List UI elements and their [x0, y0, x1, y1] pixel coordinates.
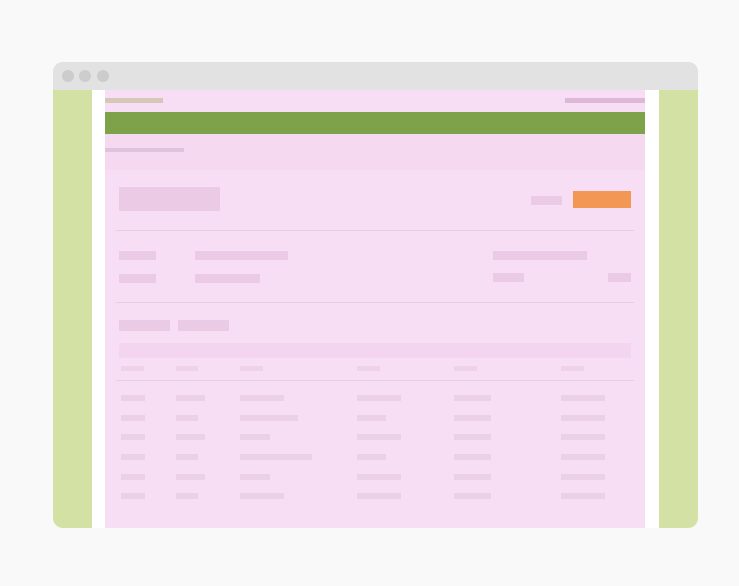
table-column-header[interactable]	[454, 366, 477, 371]
detail-link[interactable]	[608, 273, 631, 282]
table-cell	[176, 395, 205, 401]
table-column-header[interactable]	[176, 366, 198, 371]
table-cell	[176, 415, 198, 421]
table-cell	[121, 395, 145, 401]
table-cell	[121, 434, 145, 440]
table-cell	[561, 493, 605, 499]
page-content	[105, 90, 645, 528]
table-cell	[454, 415, 491, 421]
table-cell	[454, 454, 491, 460]
table-cell	[240, 493, 284, 499]
table-cell	[240, 454, 312, 460]
table-cell	[121, 454, 145, 460]
table-cell	[240, 474, 270, 480]
table-cell	[561, 395, 605, 401]
table-cell	[121, 493, 145, 499]
close-window-icon[interactable]	[62, 70, 74, 82]
header-divider	[116, 230, 634, 231]
detail-label-1	[119, 251, 156, 260]
table-cell	[561, 415, 605, 421]
tab-2[interactable]	[178, 320, 229, 331]
table-column-header[interactable]	[121, 366, 144, 371]
table-cell	[357, 474, 401, 480]
page-gutter-left	[92, 90, 105, 528]
table-cell	[240, 434, 270, 440]
table-cell	[240, 415, 298, 421]
breadcrumb[interactable]	[105, 148, 184, 152]
table-cell	[454, 395, 491, 401]
table-cell	[240, 395, 284, 401]
table-column-header[interactable]	[240, 366, 263, 371]
utility-links-placeholder[interactable]	[565, 98, 645, 103]
table-cell	[454, 434, 491, 440]
table-cell	[357, 395, 401, 401]
table-cell	[121, 415, 145, 421]
table-cell	[121, 474, 145, 480]
table-cell	[357, 454, 386, 460]
main-navigation-bar[interactable]	[105, 112, 645, 134]
table-column-header[interactable]	[561, 366, 584, 371]
tab-1[interactable]	[119, 320, 170, 331]
table-cell	[176, 434, 205, 440]
table-cell	[176, 474, 205, 480]
table-cell	[176, 493, 198, 499]
window-titlebar	[53, 62, 698, 90]
page-gutter-right	[645, 90, 659, 528]
details-divider	[116, 302, 634, 303]
table-toolbar	[119, 343, 631, 358]
table-cell	[357, 434, 401, 440]
utility-bar	[105, 90, 645, 112]
detail-value-1	[195, 251, 288, 260]
table-cell	[454, 493, 491, 499]
table-column-header[interactable]	[357, 366, 380, 371]
maximize-window-icon[interactable]	[97, 70, 109, 82]
detail-value-2	[195, 274, 260, 283]
page-title-placeholder	[119, 187, 220, 211]
secondary-action-button[interactable]	[531, 196, 562, 205]
browser-window	[53, 62, 698, 528]
detail-label-2	[119, 274, 156, 283]
primary-action-button[interactable]	[573, 191, 631, 208]
table-header-divider	[116, 380, 634, 381]
breadcrumb-row	[105, 134, 645, 170]
detail-meta-2	[493, 273, 524, 282]
table-cell	[357, 415, 386, 421]
table-cell	[357, 493, 401, 499]
table-cell	[176, 454, 198, 460]
minimize-window-icon[interactable]	[79, 70, 91, 82]
utility-brand-placeholder[interactable]	[105, 98, 163, 103]
table-cell	[561, 434, 605, 440]
table-cell	[454, 474, 491, 480]
detail-meta-1	[493, 251, 587, 260]
table-cell	[561, 454, 605, 460]
table-cell	[561, 474, 605, 480]
